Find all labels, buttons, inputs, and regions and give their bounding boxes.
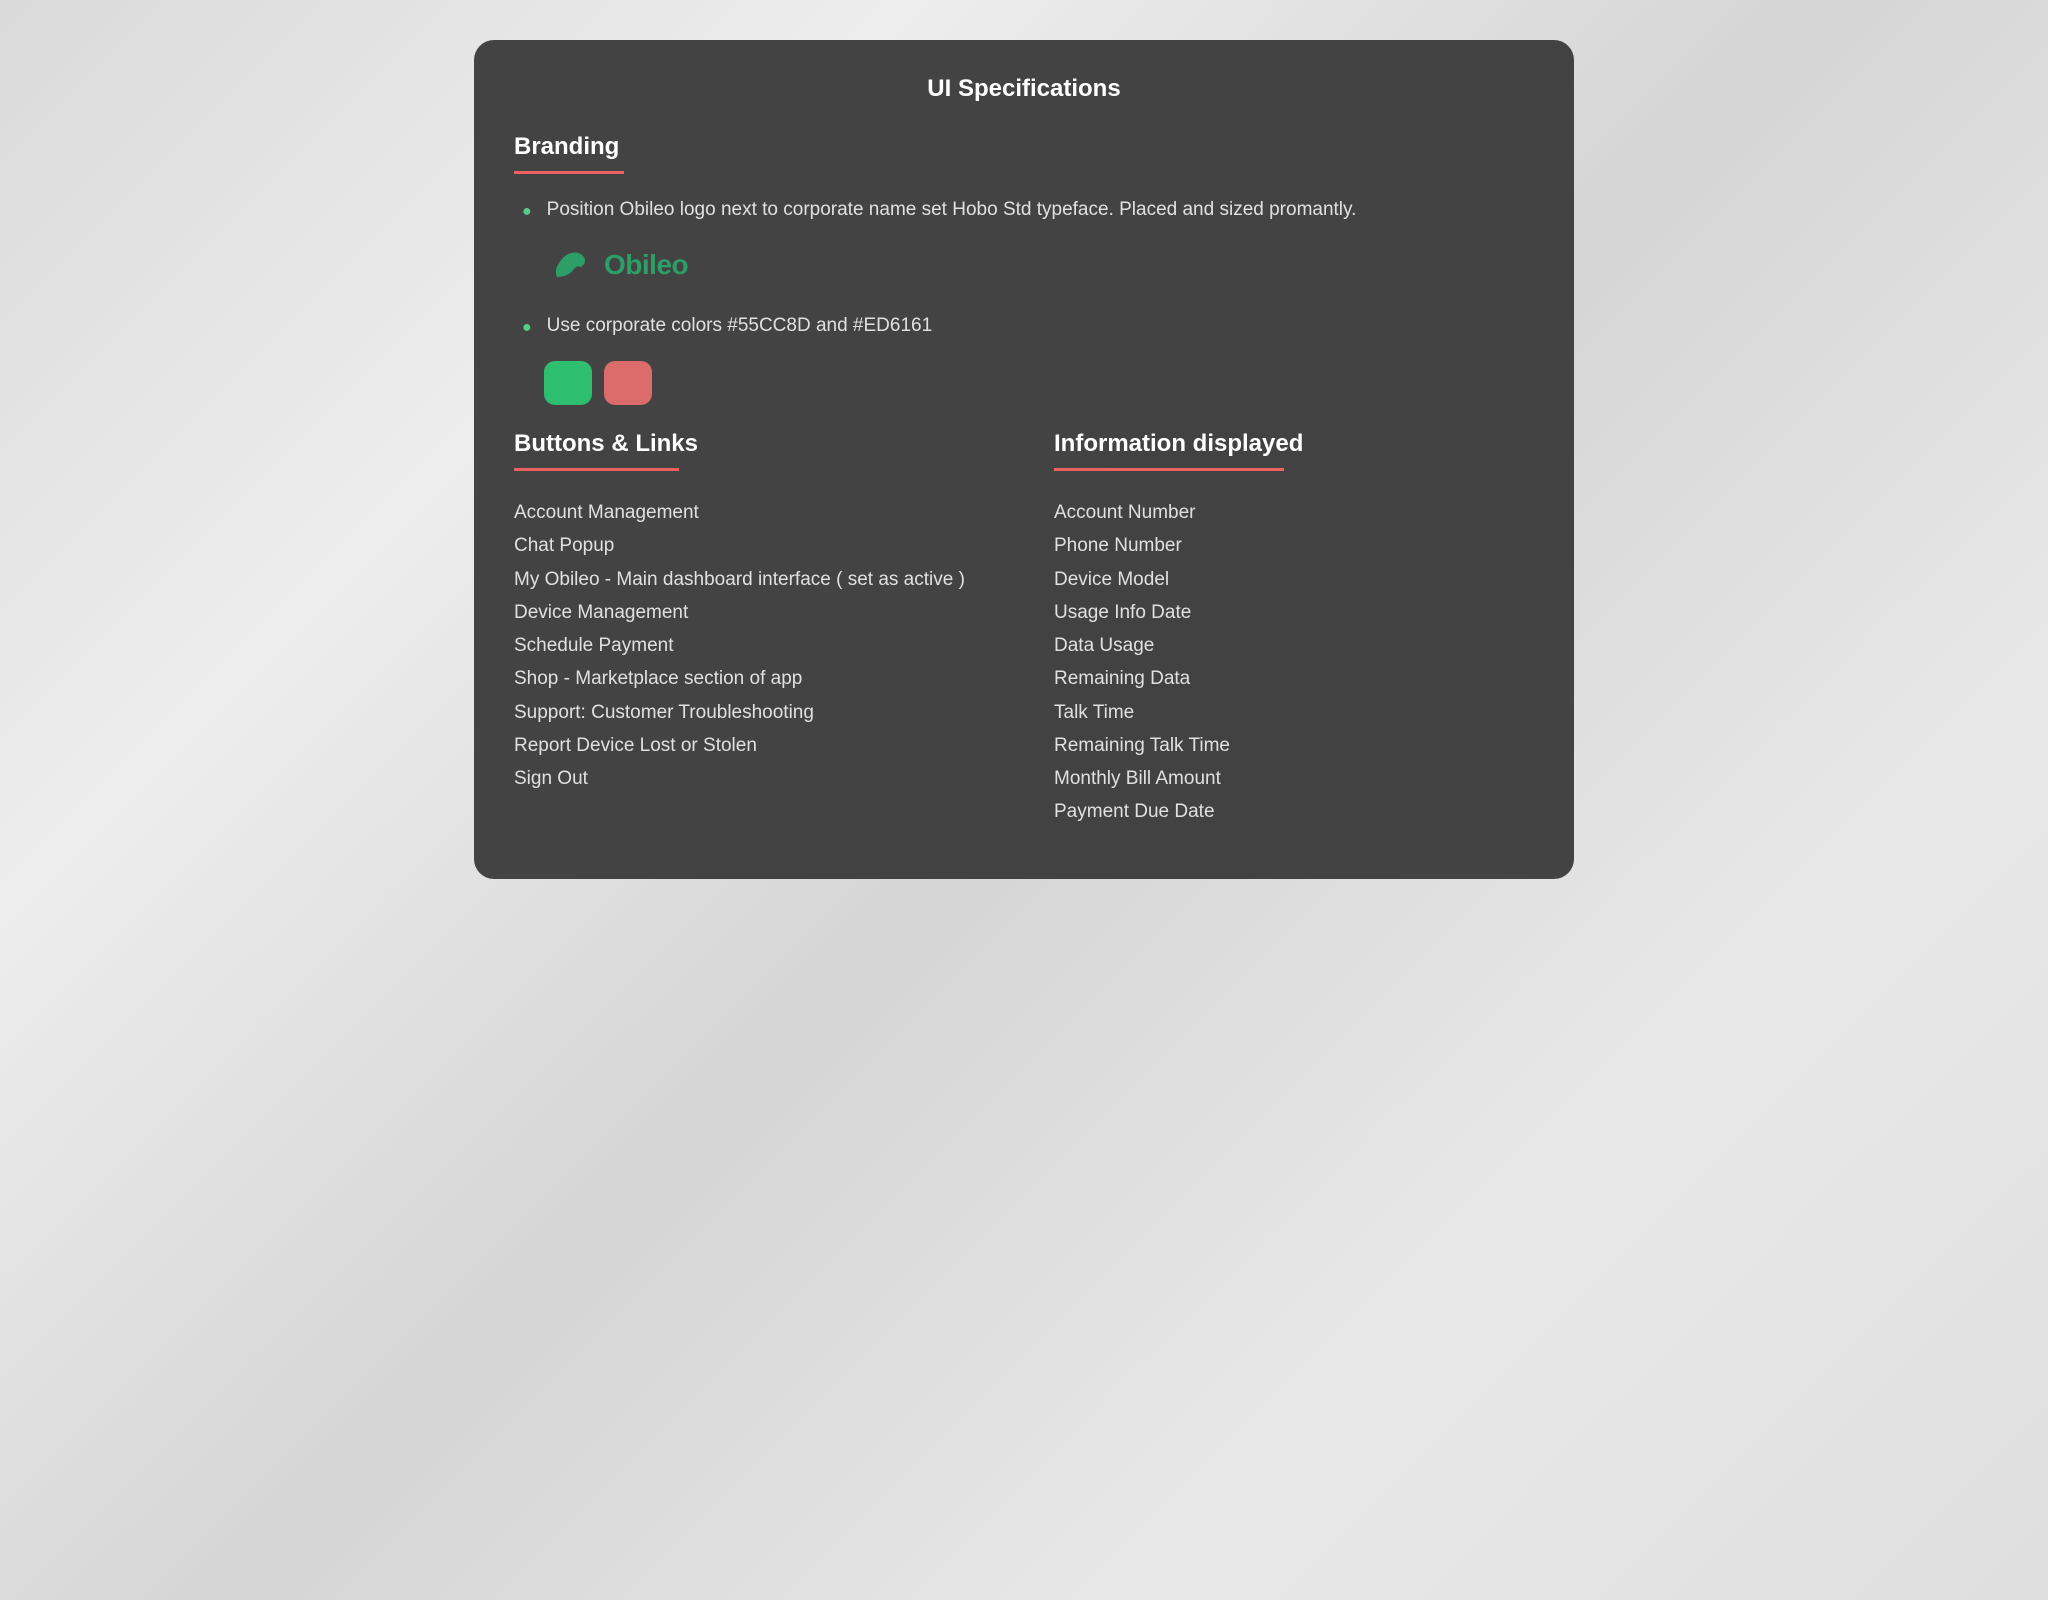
color-swatches bbox=[544, 361, 1534, 405]
list-item: Phone Number bbox=[1054, 529, 1534, 562]
spec-panel: UI Specifications Branding ● Position Ob… bbox=[474, 40, 1574, 879]
bullet-text: Position Obileo logo next to corporate n… bbox=[547, 199, 1357, 221]
logo-text: Obileo bbox=[604, 249, 688, 281]
list-item: Support: Customer Troubleshooting bbox=[514, 696, 994, 729]
bullet-icon: ● bbox=[522, 315, 532, 341]
section-underline bbox=[1054, 468, 1284, 471]
list-item: Monthly Bill Amount bbox=[1054, 762, 1534, 795]
list-item: Sign Out bbox=[514, 762, 994, 795]
columns-container: Buttons & Links Account Management Chat … bbox=[514, 430, 1534, 829]
list-item: Report Device Lost or Stolen bbox=[514, 729, 994, 762]
information-section: Information displayed Account Number Pho… bbox=[1054, 430, 1534, 829]
list-item: Talk Time bbox=[1054, 696, 1534, 729]
buttons-heading: Buttons & Links bbox=[514, 430, 698, 458]
swatch-primary bbox=[544, 361, 592, 405]
section-underline bbox=[514, 171, 624, 174]
obileo-logo-icon bbox=[549, 245, 594, 285]
branding-section: Branding ● Position Obileo logo next to … bbox=[514, 133, 1534, 405]
list-item: Account Number bbox=[1054, 496, 1534, 529]
list-item: Shop - Marketplace section of app bbox=[514, 662, 994, 695]
logo-container: Obileo bbox=[549, 245, 1534, 285]
bullet-text: Use corporate colors #55CC8D and #ED6161 bbox=[547, 315, 933, 337]
list-item: Device Model bbox=[1054, 563, 1534, 596]
branding-heading: Branding bbox=[514, 133, 619, 161]
list-item: Payment Due Date bbox=[1054, 795, 1534, 828]
list-item: Usage Info Date bbox=[1054, 596, 1534, 629]
list-item: My Obileo - Main dashboard interface ( s… bbox=[514, 563, 994, 596]
list-item: Remaining Talk Time bbox=[1054, 729, 1534, 762]
list-item: Device Management bbox=[514, 596, 994, 629]
swatch-secondary bbox=[604, 361, 652, 405]
page-title: UI Specifications bbox=[514, 75, 1534, 103]
info-list: Account Number Phone Number Device Model… bbox=[1054, 496, 1534, 829]
bullet-icon: ● bbox=[522, 199, 532, 225]
list-item: Account Management bbox=[514, 496, 994, 529]
buttons-list: Account Management Chat Popup My Obileo … bbox=[514, 496, 994, 795]
list-item: Data Usage bbox=[1054, 629, 1534, 662]
info-heading: Information displayed bbox=[1054, 430, 1303, 458]
list-item: Remaining Data bbox=[1054, 662, 1534, 695]
list-item: Chat Popup bbox=[514, 529, 994, 562]
branding-bullet-2: ● Use corporate colors #55CC8D and #ED61… bbox=[514, 315, 1534, 341]
branding-bullet-1: ● Position Obileo logo next to corporate… bbox=[514, 199, 1534, 225]
list-item: Schedule Payment bbox=[514, 629, 994, 662]
buttons-links-section: Buttons & Links Account Management Chat … bbox=[514, 430, 994, 829]
section-underline bbox=[514, 468, 679, 471]
